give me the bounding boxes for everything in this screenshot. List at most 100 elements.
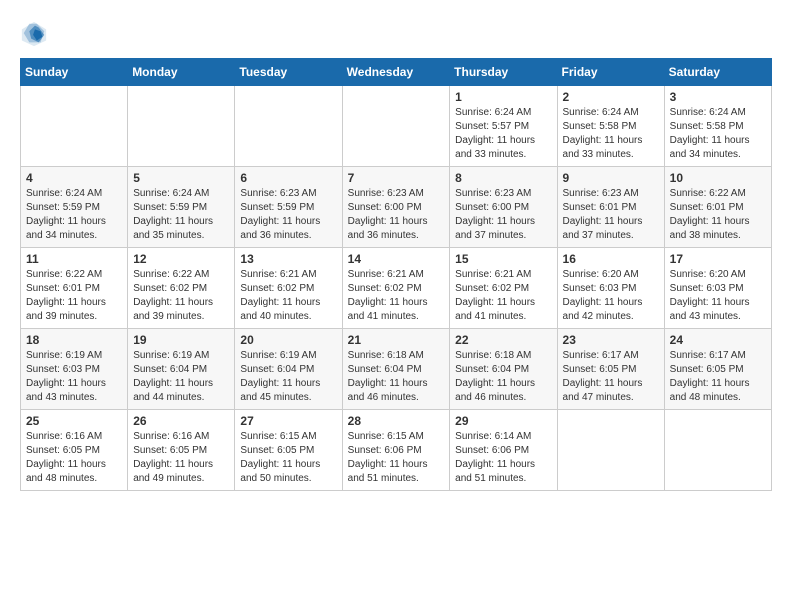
day-number: 6 — [240, 171, 336, 185]
calendar-cell: 5Sunrise: 6:24 AM Sunset: 5:59 PM Daylig… — [128, 167, 235, 248]
calendar-cell: 23 Sunrise: 6:17 AM Sunset: 6:05 PM Dayli… — [557, 329, 664, 410]
day-info: Sunrise: 6:16 AM Sunset: 6:05 PM Dayligh… — [133, 430, 229, 486]
calendar-week-row: 18 Sunrise: 6:19 AM Sunset: 6:03 PM Dayli… — [21, 329, 772, 410]
day-info: Sunrise: 6:23 AM Sunset: 6:00 PM Dayligh… — [455, 187, 551, 243]
calendar-cell: 25 Sunrise: 6:16 AM Sunset: 6:05 PM Dayli… — [21, 410, 128, 491]
day-number: 10 — [670, 171, 766, 185]
weekday-header-tuesday: Tuesday — [235, 59, 342, 86]
day-info: Sunrise: 6:24 AM Sunset: 5:59 PM Dayligh… — [26, 187, 122, 243]
day-number: 26 — [133, 414, 229, 428]
day-info: Sunrise: 6:17 AM Sunset: 6:05 PM Dayligh… — [670, 349, 766, 405]
day-info: Sunrise: 6:19 AM Sunset: 6:03 PM Dayligh… — [26, 349, 122, 405]
page-header — [20, 20, 772, 48]
day-number: 8 — [455, 171, 551, 185]
calendar-cell: 8 Sunrise: 6:23 AM Sunset: 6:00 PM Daylig… — [450, 167, 557, 248]
day-info: Sunrise: 6:24 AM Sunset: 5:58 PM Dayligh… — [563, 106, 659, 162]
day-info: Sunrise: 6:19 AM Sunset: 6:04 PM Dayligh… — [240, 349, 336, 405]
calendar-cell: 1 Sunrise: 6:24 AM Sunset: 5:57 PM Daylig… — [450, 86, 557, 167]
calendar-cell — [21, 86, 128, 167]
calendar-week-row: 25 Sunrise: 6:16 AM Sunset: 6:05 PM Dayli… — [21, 410, 772, 491]
day-info: Sunrise: 6:21 AM Sunset: 6:02 PM Dayligh… — [455, 268, 551, 324]
calendar-cell: 9 Sunrise: 6:23 AM Sunset: 6:01 PM Daylig… — [557, 167, 664, 248]
calendar-table: SundayMondayTuesdayWednesdayThursdayFrid… — [20, 58, 772, 491]
day-number: 25 — [26, 414, 122, 428]
calendar-cell: 27Sunrise: 6:15 AM Sunset: 6:05 PM Dayli… — [235, 410, 342, 491]
day-number: 24 — [670, 333, 766, 347]
calendar-cell: 6 Sunrise: 6:23 AM Sunset: 5:59 PM Daylig… — [235, 167, 342, 248]
day-info: Sunrise: 6:18 AM Sunset: 6:04 PM Dayligh… — [348, 349, 445, 405]
weekday-header-monday: Monday — [128, 59, 235, 86]
calendar-cell: 7 Sunrise: 6:23 AM Sunset: 6:00 PM Daylig… — [342, 167, 450, 248]
day-info: Sunrise: 6:22 AM Sunset: 6:01 PM Dayligh… — [26, 268, 122, 324]
day-info: Sunrise: 6:14 AM Sunset: 6:06 PM Dayligh… — [455, 430, 551, 486]
day-info: Sunrise: 6:24 AM Sunset: 5:58 PM Dayligh… — [670, 106, 766, 162]
calendar-cell: 19 Sunrise: 6:19 AM Sunset: 6:04 PM Dayli… — [128, 329, 235, 410]
day-info: Sunrise: 6:21 AM Sunset: 6:02 PM Dayligh… — [348, 268, 445, 324]
day-number: 9 — [563, 171, 659, 185]
day-info: Sunrise: 6:22 AM Sunset: 6:01 PM Dayligh… — [670, 187, 766, 243]
weekday-header-saturday: Saturday — [664, 59, 771, 86]
weekday-header-wednesday: Wednesday — [342, 59, 450, 86]
day-number: 3 — [670, 90, 766, 104]
day-number: 21 — [348, 333, 445, 347]
calendar-cell: 22Sunrise: 6:18 AM Sunset: 6:04 PM Dayli… — [450, 329, 557, 410]
calendar-cell: 13Sunrise: 6:21 AM Sunset: 6:02 PM Dayli… — [235, 248, 342, 329]
calendar-cell: 3 Sunrise: 6:24 AM Sunset: 5:58 PM Daylig… — [664, 86, 771, 167]
calendar-cell: 28 Sunrise: 6:15 AM Sunset: 6:06 PM Dayli… — [342, 410, 450, 491]
calendar-cell: 17Sunrise: 6:20 AM Sunset: 6:03 PM Dayli… — [664, 248, 771, 329]
day-number: 5 — [133, 171, 229, 185]
day-info: Sunrise: 6:23 AM Sunset: 6:01 PM Dayligh… — [563, 187, 659, 243]
day-info: Sunrise: 6:23 AM Sunset: 5:59 PM Dayligh… — [240, 187, 336, 243]
calendar-cell — [664, 410, 771, 491]
weekday-header-sunday: Sunday — [21, 59, 128, 86]
day-number: 19 — [133, 333, 229, 347]
calendar-cell: 10 Sunrise: 6:22 AM Sunset: 6:01 PM Dayli… — [664, 167, 771, 248]
calendar-cell: 26 Sunrise: 6:16 AM Sunset: 6:05 PM Dayli… — [128, 410, 235, 491]
day-number: 2 — [563, 90, 659, 104]
day-info: Sunrise: 6:19 AM Sunset: 6:04 PM Dayligh… — [133, 349, 229, 405]
calendar-cell — [235, 86, 342, 167]
day-number: 11 — [26, 252, 122, 266]
calendar-cell: 12Sunrise: 6:22 AM Sunset: 6:02 PM Dayli… — [128, 248, 235, 329]
logo-icon — [20, 20, 48, 48]
day-number: 14 — [348, 252, 445, 266]
day-number: 7 — [348, 171, 445, 185]
day-info: Sunrise: 6:17 AM Sunset: 6:05 PM Dayligh… — [563, 349, 659, 405]
day-number: 29 — [455, 414, 551, 428]
day-number: 20 — [240, 333, 336, 347]
day-info: Sunrise: 6:22 AM Sunset: 6:02 PM Dayligh… — [133, 268, 229, 324]
day-info: Sunrise: 6:15 AM Sunset: 6:06 PM Dayligh… — [348, 430, 445, 486]
day-number: 16 — [563, 252, 659, 266]
calendar-week-row: 4 Sunrise: 6:24 AM Sunset: 5:59 PM Daylig… — [21, 167, 772, 248]
day-number: 28 — [348, 414, 445, 428]
day-info: Sunrise: 6:20 AM Sunset: 6:03 PM Dayligh… — [563, 268, 659, 324]
day-info: Sunrise: 6:16 AM Sunset: 6:05 PM Dayligh… — [26, 430, 122, 486]
day-number: 15 — [455, 252, 551, 266]
day-number: 13 — [240, 252, 336, 266]
weekday-header-thursday: Thursday — [450, 59, 557, 86]
calendar-cell: 14 Sunrise: 6:21 AM Sunset: 6:02 PM Dayli… — [342, 248, 450, 329]
calendar-cell: 21 Sunrise: 6:18 AM Sunset: 6:04 PM Dayli… — [342, 329, 450, 410]
weekday-header-row: SundayMondayTuesdayWednesdayThursdayFrid… — [21, 59, 772, 86]
calendar-cell — [557, 410, 664, 491]
calendar-week-row: 1 Sunrise: 6:24 AM Sunset: 5:57 PM Daylig… — [21, 86, 772, 167]
day-number: 23 — [563, 333, 659, 347]
calendar-cell — [128, 86, 235, 167]
day-info: Sunrise: 6:20 AM Sunset: 6:03 PM Dayligh… — [670, 268, 766, 324]
calendar-cell: 20 Sunrise: 6:19 AM Sunset: 6:04 PM Dayli… — [235, 329, 342, 410]
day-info: Sunrise: 6:23 AM Sunset: 6:00 PM Dayligh… — [348, 187, 445, 243]
calendar-cell: 4 Sunrise: 6:24 AM Sunset: 5:59 PM Daylig… — [21, 167, 128, 248]
day-number: 27 — [240, 414, 336, 428]
day-number: 18 — [26, 333, 122, 347]
day-info: Sunrise: 6:24 AM Sunset: 5:57 PM Dayligh… — [455, 106, 551, 162]
calendar-cell: 18 Sunrise: 6:19 AM Sunset: 6:03 PM Dayli… — [21, 329, 128, 410]
day-number: 1 — [455, 90, 551, 104]
day-number: 4 — [26, 171, 122, 185]
day-info: Sunrise: 6:18 AM Sunset: 6:04 PM Dayligh… — [455, 349, 551, 405]
calendar-cell: 24 Sunrise: 6:17 AM Sunset: 6:05 PM Dayli… — [664, 329, 771, 410]
calendar-cell: 29 Sunrise: 6:14 AM Sunset: 6:06 PM Dayli… — [450, 410, 557, 491]
logo — [20, 20, 52, 48]
calendar-cell: 11 Sunrise: 6:22 AM Sunset: 6:01 PM Dayli… — [21, 248, 128, 329]
calendar-cell — [342, 86, 450, 167]
calendar-week-row: 11 Sunrise: 6:22 AM Sunset: 6:01 PM Dayli… — [21, 248, 772, 329]
